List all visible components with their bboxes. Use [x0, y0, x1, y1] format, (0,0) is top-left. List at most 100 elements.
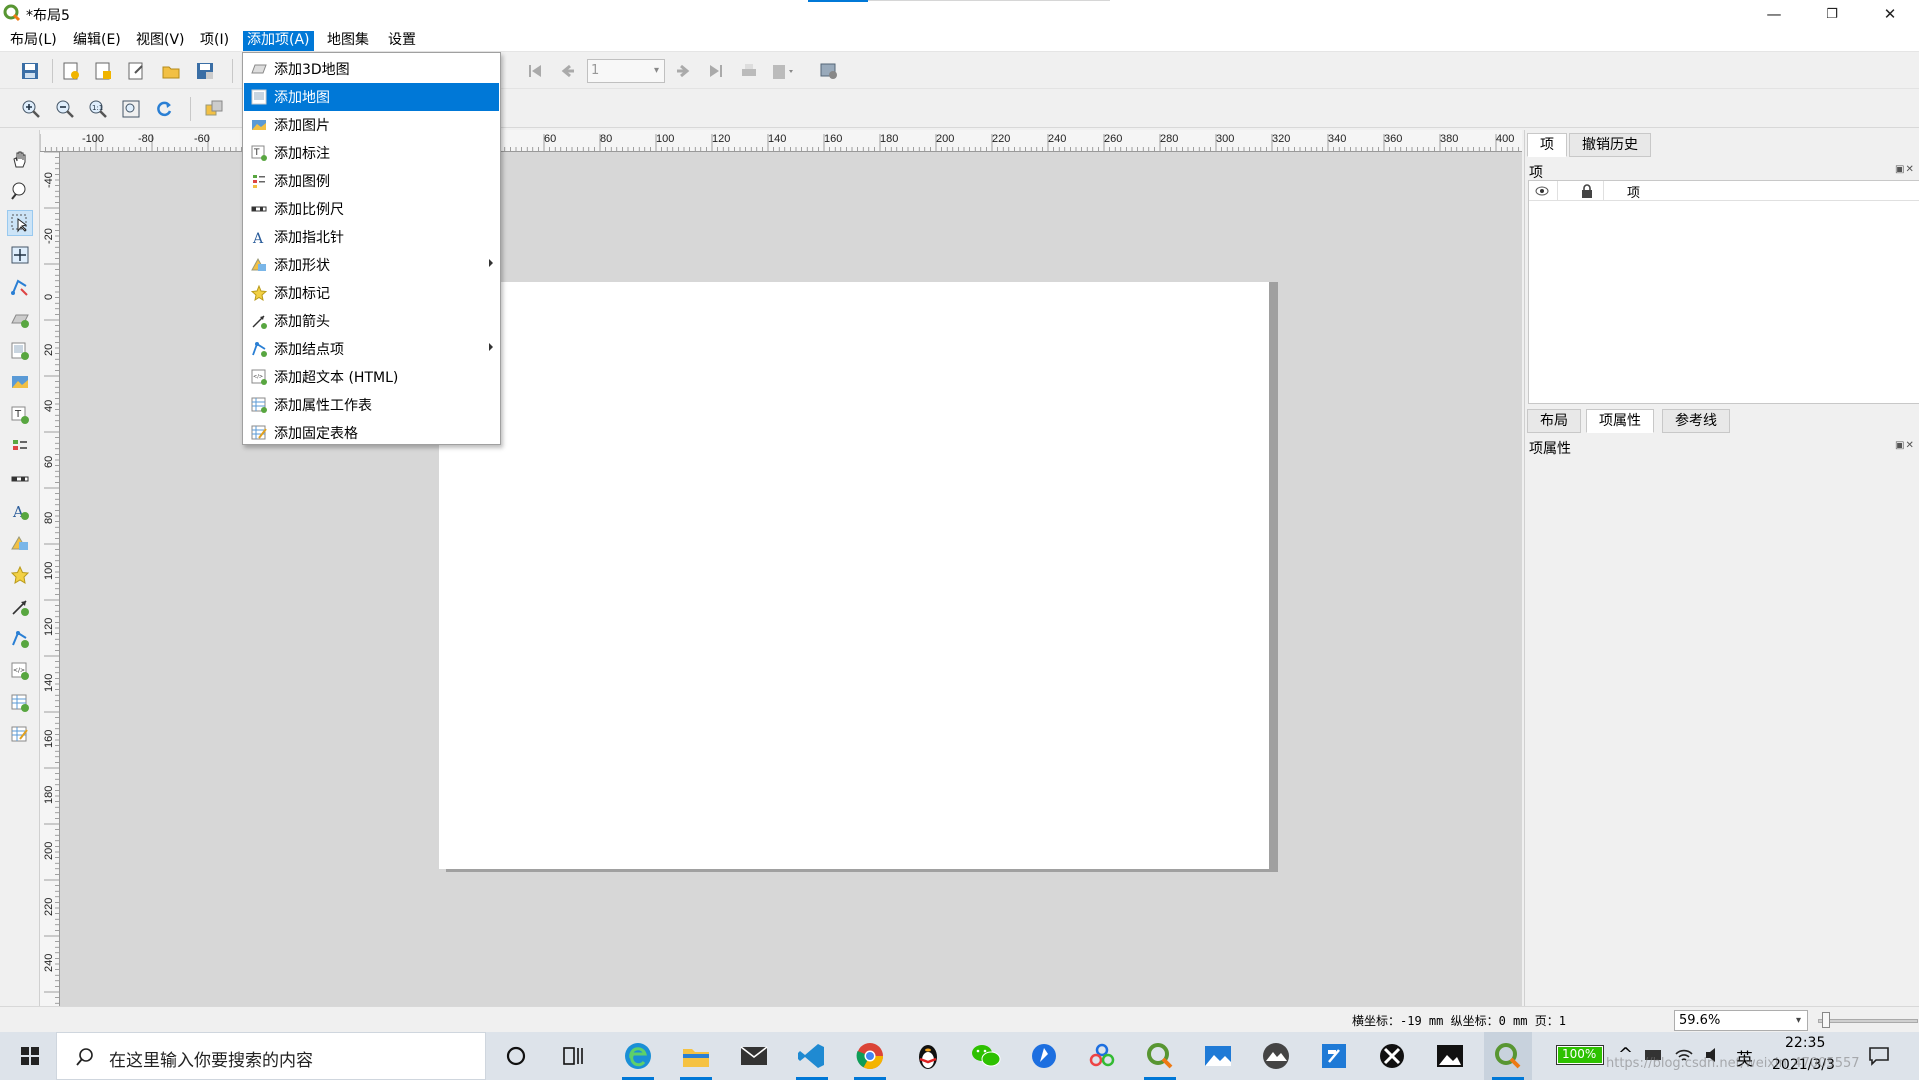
- menu-view[interactable]: 视图(V): [132, 31, 189, 51]
- notification-center-icon[interactable]: [1868, 1046, 1890, 1066]
- task-view-icon[interactable]: [550, 1032, 598, 1080]
- dock-float-close-icon[interactable]: ▣✕: [1895, 440, 1915, 451]
- restore-button[interactable]: ❐: [1803, 0, 1861, 28]
- edit-nodes-icon[interactable]: [7, 274, 33, 300]
- menu-atlas[interactable]: 地图集: [323, 31, 373, 51]
- zoom-out-icon[interactable]: [52, 96, 78, 122]
- add-marker-tool-icon[interactable]: [7, 562, 33, 588]
- select-item-icon[interactable]: [7, 210, 33, 236]
- clock-time[interactable]: 22:35: [1785, 1035, 1825, 1051]
- menu-item-add-legend[interactable]: 添加图例: [244, 167, 499, 195]
- atlas-settings-icon[interactable]: [816, 58, 842, 84]
- menu-item-add-shape[interactable]: 添加形状: [244, 251, 499, 279]
- menu-item-add-html[interactable]: </> 添加超文本 (HTML): [244, 363, 499, 391]
- taskbar-search-box[interactable]: 在这里输入你要搜索的内容: [56, 1032, 486, 1080]
- eye-icon[interactable]: [1535, 185, 1549, 197]
- new-layout-icon[interactable]: [58, 58, 84, 84]
- battery-indicator[interactable]: 100%: [1556, 1045, 1604, 1065]
- dock-float-close-icon[interactable]: ▣✕: [1895, 164, 1915, 175]
- app-flower-icon[interactable]: [1078, 1032, 1126, 1080]
- menu-item-add-map[interactable]: 添加地图: [244, 83, 499, 111]
- menu-add-item[interactable]: 添加项(A): [243, 31, 314, 51]
- edge-browser-icon[interactable]: [614, 1032, 662, 1080]
- add-scalebar-tool-icon[interactable]: [7, 466, 33, 492]
- duplicate-layout-icon[interactable]: [90, 58, 116, 84]
- add-picture-tool-icon[interactable]: [7, 370, 33, 396]
- windows-start-icon[interactable]: [6, 1032, 54, 1080]
- menu-settings[interactable]: 设置: [384, 31, 420, 51]
- atlas-previous-icon[interactable]: [555, 58, 581, 84]
- menu-item-add-fixed-table[interactable]: 添加固定表格: [244, 419, 499, 447]
- save-as-template-icon[interactable]: [192, 58, 218, 84]
- tab-layout[interactable]: 布局: [1527, 409, 1581, 433]
- zoom-select[interactable]: 59.6% ▾: [1674, 1010, 1808, 1031]
- add-label-tool-icon[interactable]: T: [7, 402, 33, 428]
- menu-item-add-label[interactable]: T 添加标注: [244, 139, 499, 167]
- file-explorer-icon[interactable]: [672, 1032, 720, 1080]
- tab-guides[interactable]: 参考线: [1662, 409, 1730, 433]
- menu-item-add-node-item[interactable]: 添加结点项: [244, 335, 499, 363]
- atlas-page-field[interactable]: 1 ▾: [587, 59, 665, 83]
- app-blue-note-icon[interactable]: [1310, 1032, 1358, 1080]
- menu-item-add-scalebar[interactable]: 添加比例尺: [244, 195, 499, 223]
- qgis-taskbar-icon[interactable]: [1136, 1032, 1184, 1080]
- tab-items[interactable]: 项: [1527, 133, 1567, 157]
- tab-undo-history[interactable]: 撤销历史: [1569, 133, 1651, 157]
- raise-item-icon[interactable]: [201, 96, 227, 122]
- refresh-icon[interactable]: [151, 96, 177, 122]
- add-legend-tool-icon[interactable]: [7, 434, 33, 460]
- atlas-next-icon[interactable]: [670, 58, 696, 84]
- zoom-in-icon[interactable]: [18, 96, 44, 122]
- add-north-arrow-tool-icon[interactable]: A: [7, 498, 33, 524]
- zoom-full-icon[interactable]: [118, 96, 144, 122]
- menu-items[interactable]: 项(I): [196, 31, 233, 51]
- zoom-slider-handle[interactable]: [1822, 1012, 1830, 1028]
- vscode-icon[interactable]: [788, 1032, 836, 1080]
- zoom-tool-icon[interactable]: [7, 178, 33, 204]
- menu-item-add-arrow[interactable]: 添加箭头: [244, 307, 499, 335]
- atlas-last-icon[interactable]: [703, 58, 729, 84]
- image-viewer-icon[interactable]: [1426, 1032, 1474, 1080]
- layout-page[interactable]: [439, 282, 1269, 869]
- menu-item-add-attribute-table[interactable]: 添加属性工作表: [244, 391, 499, 419]
- photos-icon[interactable]: [1194, 1032, 1242, 1080]
- add-shape-tool-icon[interactable]: [7, 530, 33, 556]
- atlas-export-icon[interactable]: [770, 58, 796, 84]
- move-content-icon[interactable]: [7, 242, 33, 268]
- menu-item-add-3d-map[interactable]: 添加3D地图: [244, 55, 499, 83]
- app-mountain-icon[interactable]: [1252, 1032, 1300, 1080]
- items-list[interactable]: 项: [1528, 180, 1919, 404]
- add-arrow-tool-icon[interactable]: [7, 594, 33, 620]
- feishu-icon[interactable]: [1020, 1032, 1068, 1080]
- tab-item-properties[interactable]: 项属性: [1586, 409, 1654, 433]
- lock-icon[interactable]: [1581, 184, 1593, 198]
- mail-icon[interactable]: [730, 1032, 778, 1080]
- add-html-tool-icon[interactable]: </>: [7, 658, 33, 684]
- zoom-actual-icon[interactable]: 1:1: [85, 96, 111, 122]
- atlas-print-icon[interactable]: [736, 58, 762, 84]
- wechat-icon[interactable]: [962, 1032, 1010, 1080]
- save-icon[interactable]: [17, 58, 43, 84]
- chrome-icon[interactable]: [846, 1032, 894, 1080]
- menu-item-add-picture[interactable]: 添加图片: [244, 111, 499, 139]
- xbox-icon[interactable]: [1368, 1032, 1416, 1080]
- cortana-icon[interactable]: [492, 1032, 540, 1080]
- menu-layout[interactable]: 布局(L): [6, 31, 61, 51]
- close-button[interactable]: ✕: [1861, 0, 1919, 28]
- open-folder-icon[interactable]: [158, 58, 184, 84]
- qgis-active-taskbar-icon[interactable]: [1484, 1032, 1532, 1080]
- add-fixed-table-tool-icon[interactable]: [7, 722, 33, 748]
- atlas-first-icon[interactable]: [522, 58, 548, 84]
- pan-hand-icon[interactable]: [7, 146, 33, 172]
- add-attribute-table-tool-icon[interactable]: [7, 690, 33, 716]
- add-node-item-tool-icon[interactable]: [7, 626, 33, 652]
- menu-edit[interactable]: 编辑(E): [69, 31, 125, 51]
- menu-item-add-north-arrow[interactable]: A 添加指北针: [244, 223, 499, 251]
- add-3d-map-icon[interactable]: [7, 306, 33, 332]
- qq-penguin-icon[interactable]: [904, 1032, 952, 1080]
- layout-manager-icon[interactable]: [123, 58, 149, 84]
- add-map-tool-icon[interactable]: [7, 338, 33, 364]
- zoom-slider[interactable]: [1818, 1019, 1918, 1023]
- menu-item-add-marker[interactable]: 添加标记: [244, 279, 499, 307]
- minimize-button[interactable]: —: [1745, 0, 1803, 28]
